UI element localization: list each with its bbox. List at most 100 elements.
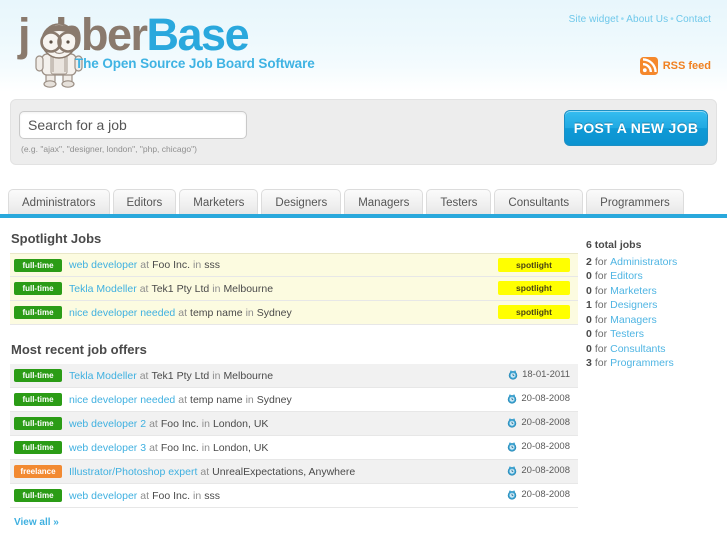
job-date-text: 20-08-2008 xyxy=(521,441,570,452)
main-column: Spotlight Jobs full-time web developer at F… xyxy=(10,218,578,530)
job-location: Melbourne xyxy=(223,282,274,295)
stat-count: 0 xyxy=(586,313,592,326)
job-row[interactable]: full-time web developer 2 at Foo Inc. in Lond… xyxy=(10,412,578,436)
nav-about-us[interactable]: About Us xyxy=(626,14,668,25)
in-word: in xyxy=(245,393,254,406)
job-title-link[interactable]: web developer xyxy=(69,490,137,502)
stat-for-word: for xyxy=(594,342,608,355)
tab-managers[interactable]: Managers xyxy=(344,189,424,216)
spotlight-tag: spotlight xyxy=(498,258,570,272)
spotlight-tag: spotlight xyxy=(498,281,570,295)
job-type-badge: freelance xyxy=(14,465,62,478)
stat-count: 1 xyxy=(586,299,592,311)
tab-designers[interactable]: Designers xyxy=(261,189,342,216)
at-word: at xyxy=(140,259,150,271)
job-date: 20-08-2008 xyxy=(507,489,570,500)
in-word: in xyxy=(201,417,210,430)
job-stats: 6 total jobs 2 for Administrators 0 for Edito… xyxy=(586,238,717,371)
job-type-badge: full-time xyxy=(14,369,62,382)
job-title-link[interactable]: Tekla Modeller xyxy=(69,370,137,382)
logo-text-base: Base xyxy=(146,9,250,60)
nav-separator-2: • xyxy=(670,14,674,25)
stat-category-link[interactable]: Marketers xyxy=(610,285,657,297)
stat-category-link[interactable]: Editors xyxy=(610,270,643,282)
job-row[interactable]: full-time nice developer needed at temp nam… xyxy=(10,388,578,412)
job-company: UnrealExpectations, Anywhere xyxy=(212,465,356,478)
at-word: at xyxy=(178,306,188,319)
job-title-link[interactable]: web developer xyxy=(69,259,137,271)
job-company: Foo Inc. xyxy=(152,489,190,502)
tab-marketers[interactable]: Marketers xyxy=(179,189,259,216)
job-row[interactable]: full-time web developer at Foo Inc. in sss 20-… xyxy=(10,484,578,508)
stat-category-link[interactable]: Programmers xyxy=(610,357,674,369)
tab-administrators[interactable]: Administrators xyxy=(8,189,110,216)
rss-icon xyxy=(639,57,658,75)
tab-programmers[interactable]: Programmers xyxy=(586,189,684,216)
job-date: 20-08-2008 xyxy=(507,393,570,404)
tab-testers[interactable]: Testers xyxy=(426,189,492,216)
stat-for-word: for xyxy=(594,299,608,311)
job-title-link[interactable]: nice developer needed xyxy=(69,307,175,319)
stat-category-link[interactable]: Testers xyxy=(610,328,644,340)
job-type-badge: full-time xyxy=(14,417,62,430)
job-row[interactable]: full-time Tekla Modeller at Tek1 Pty Ltd in M… xyxy=(10,364,578,388)
page-header: Site widget•About Us•Contact jobberBase xyxy=(0,0,727,92)
stat-category-link[interactable]: Managers xyxy=(610,314,657,326)
job-row[interactable]: full-time web developer 3 at Foo Inc. in Lond… xyxy=(10,436,578,460)
at-word: at xyxy=(178,393,188,406)
job-title-link[interactable]: nice developer needed xyxy=(69,394,175,406)
post-a-new-job-button[interactable]: POST A NEW JOB xyxy=(564,110,708,146)
stat-for-word: for xyxy=(594,284,608,297)
spotlight-jobs-title: Spotlight Jobs xyxy=(11,231,102,246)
job-row[interactable]: full-time web developer at Foo Inc. in sss spo… xyxy=(10,253,578,277)
logo-text-j: j xyxy=(18,9,31,60)
stat-row-consultants: 0 for Consultants xyxy=(586,342,717,357)
stat-for-word: for xyxy=(594,328,608,340)
job-row[interactable]: full-time Tekla Modeller at Tek1 Pty Ltd in M… xyxy=(10,277,578,301)
job-type-badge: full-time xyxy=(14,282,62,295)
job-date-text: 20-08-2008 xyxy=(521,489,570,500)
at-word: at xyxy=(139,282,149,295)
tab-consultants[interactable]: Consultants xyxy=(494,189,584,216)
job-title-link[interactable]: Tekla Modeller xyxy=(69,283,137,295)
job-title-link[interactable]: web developer 3 xyxy=(69,442,146,454)
job-row[interactable]: freelance Illustrator/Photoshop expert at U… xyxy=(10,460,578,484)
job-row[interactable]: full-time nice developer needed at temp nam… xyxy=(10,301,578,325)
stat-row-administrators: 2 for Administrators xyxy=(586,255,717,270)
stat-category-link[interactable]: Administrators xyxy=(610,256,677,268)
site-logo[interactable]: jobberBase xyxy=(14,8,344,88)
recent-jobs-list: full-time Tekla Modeller at Tek1 Pty Ltd in M… xyxy=(10,364,578,508)
job-company: Tek1 Pty Ltd xyxy=(151,369,210,382)
job-company: Foo Inc. xyxy=(160,417,199,430)
job-date: 20-08-2008 xyxy=(507,465,570,476)
search-input[interactable] xyxy=(19,111,247,139)
stat-category-link[interactable]: Consultants xyxy=(610,343,665,355)
total-jobs-count: 6 total jobs xyxy=(586,239,642,251)
clock-icon xyxy=(508,394,517,404)
view-all-link[interactable]: View all » xyxy=(14,517,59,528)
clock-icon xyxy=(508,370,518,380)
job-title-link[interactable]: web developer 2 xyxy=(69,418,146,430)
rss-feed-link[interactable]: RSS feed xyxy=(639,57,711,75)
stat-row-testers: 0 for Testers xyxy=(586,327,717,342)
job-date: 18-01-2011 xyxy=(508,369,570,380)
clock-icon xyxy=(508,466,517,476)
spotlight-jobs-list: full-time web developer at Foo Inc. in sss spo… xyxy=(10,253,578,325)
job-company: Foo Inc. xyxy=(152,259,190,271)
tab-editors[interactable]: Editors xyxy=(112,189,177,216)
job-company: Foo Inc. xyxy=(160,441,199,454)
stat-category-link[interactable]: Designers xyxy=(610,299,657,311)
job-title-link[interactable]: Illustrator/Photoshop expert xyxy=(69,466,197,478)
job-company: Tek1 Pty Ltd xyxy=(151,282,210,295)
nav-contact[interactable]: Contact xyxy=(676,14,711,25)
job-type-badge: full-time xyxy=(14,489,62,502)
job-date-text: 20-08-2008 xyxy=(521,393,570,404)
in-word: in xyxy=(212,369,221,382)
stat-count: 0 xyxy=(586,342,592,355)
search-panel: (e.g. "ajax", "designer, london", "php, … xyxy=(10,99,717,165)
job-date-text: 20-08-2008 xyxy=(521,465,570,476)
in-word: in xyxy=(193,259,202,271)
rss-feed-label: RSS feed xyxy=(662,60,711,72)
stat-count: 3 xyxy=(586,357,592,369)
nav-site-widget[interactable]: Site widget xyxy=(569,14,619,25)
